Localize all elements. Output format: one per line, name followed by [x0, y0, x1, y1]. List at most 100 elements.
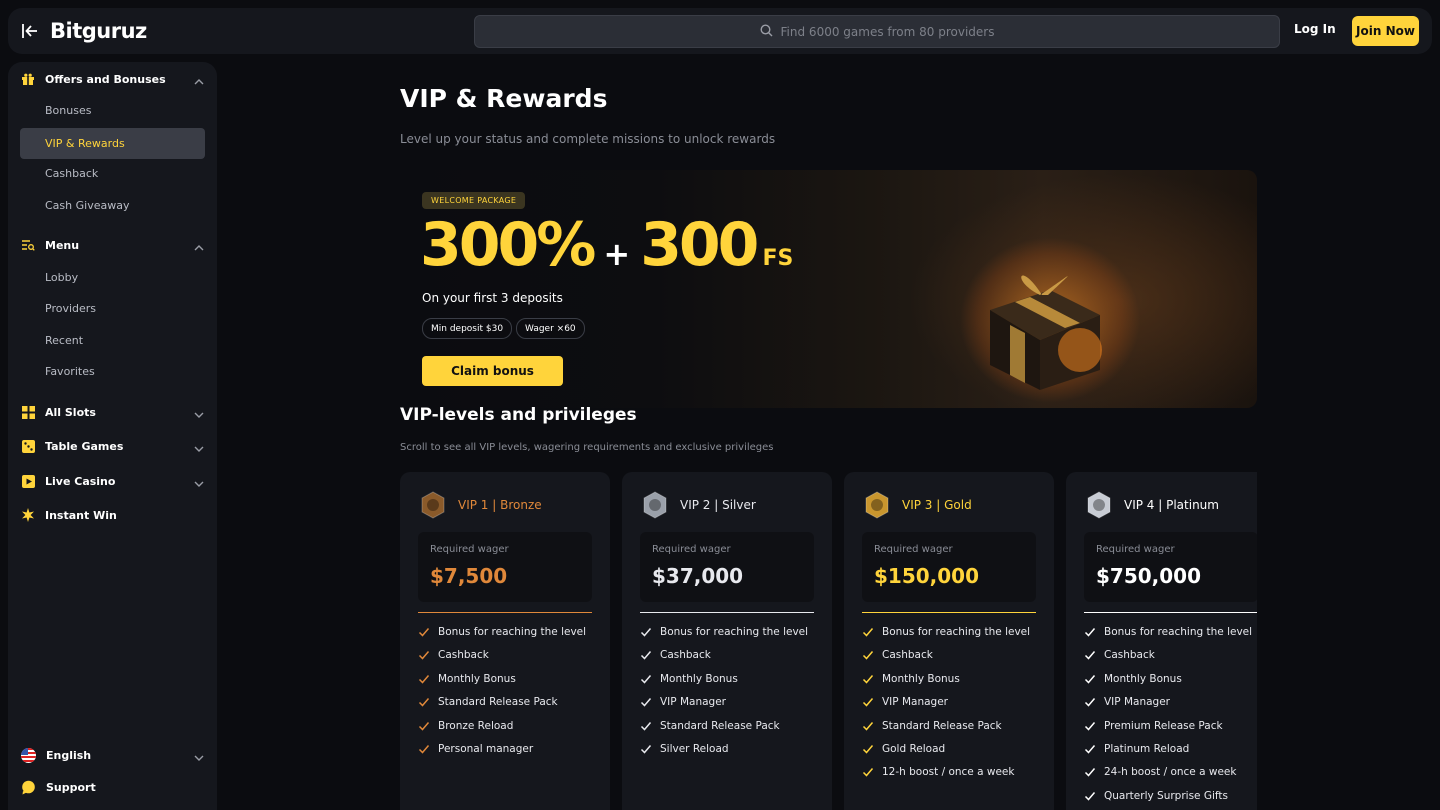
check-icon — [418, 743, 430, 755]
claim-bonus-button[interactable]: Claim bonus — [422, 356, 563, 386]
check-icon — [1084, 649, 1096, 661]
perk-item: Standard Release Pack — [640, 720, 780, 732]
offers-section-header[interactable]: Offers and Bonuses — [8, 64, 217, 94]
vip-level-header: VIP 4 | Platinum — [1084, 490, 1219, 520]
vip-level-name: VIP 2 | Silver — [680, 498, 756, 512]
check-icon — [640, 696, 652, 708]
vip-level-name: VIP 3 | Gold — [902, 498, 972, 512]
required-wager-box: Required wager $37,000 — [640, 532, 814, 602]
sidebar-item-providers[interactable]: Providers — [20, 293, 205, 324]
burst-icon — [21, 508, 35, 522]
check-icon — [418, 673, 430, 685]
vip-level-card: VIP 3 | Gold Required wager $150,000 Bonus … — [844, 472, 1054, 810]
check-icon — [418, 696, 430, 708]
sidebar-item-cashback[interactable]: Cashback — [20, 158, 205, 189]
menu-section-header[interactable]: Menu — [8, 230, 217, 260]
perk-item: Quarterly Surprise Gifts — [1084, 790, 1228, 802]
perk-label: 12-h boost / once a week — [882, 766, 1015, 779]
perk-item: Bonus for reaching the level — [862, 626, 1030, 638]
perk-label: VIP Manager — [882, 696, 948, 709]
sidebar-item-instant-win[interactable]: Instant Win — [8, 500, 217, 530]
top-bar: Bitguruz Find 6000 games from 80 provide… — [8, 8, 1432, 54]
card-divider — [418, 612, 592, 613]
vip-levels-carousel[interactable]: VIP 1 | Bronze Required wager $7,500 Bonus … — [400, 472, 1257, 810]
min-deposit-pill: Min deposit $30 — [422, 318, 513, 339]
sidebar-item-all-slots[interactable]: All Slots — [8, 397, 217, 427]
sidebar-item-lobby[interactable]: Lobby — [20, 262, 205, 293]
offer-plus: + — [603, 235, 631, 273]
perk-label: Gold Reload — [882, 743, 946, 755]
chevron-down-icon[interactable] — [193, 440, 205, 452]
chat-bubble-icon — [21, 780, 36, 795]
sidebar-item-cash-giveaway[interactable]: Cash Giveaway — [20, 190, 205, 221]
logo[interactable]: Bitguruz — [50, 14, 147, 48]
join-now-button[interactable]: Join Now — [1352, 16, 1419, 46]
perk-label: Bonus for reaching the level — [660, 626, 809, 638]
vip-level-header: VIP 2 | Silver — [640, 490, 756, 520]
perk-item: Bronze Reload — [418, 720, 513, 732]
vip-level-name: VIP 1 | Bronze — [458, 498, 542, 512]
perk-item: VIP Manager — [1084, 696, 1170, 708]
offer-headline: 300% + 300 FS — [420, 210, 793, 280]
perk-label: Cashback — [1104, 649, 1155, 662]
instant-win-label: Instant Win — [45, 508, 117, 522]
perk-label: Standard Release Pack — [438, 696, 558, 709]
check-icon — [862, 743, 874, 755]
chevron-down-icon[interactable] — [193, 749, 205, 761]
check-icon — [640, 743, 652, 755]
chevron-down-icon[interactable] — [193, 406, 205, 418]
us-flag-icon — [21, 747, 36, 763]
perk-label: Standard Release Pack — [660, 719, 780, 732]
vip-medal-icon — [1084, 490, 1114, 520]
offer-description: On your first 3 deposits — [422, 291, 563, 305]
chevron-up-icon[interactable] — [193, 73, 205, 85]
play-icon — [21, 474, 35, 488]
check-icon — [640, 626, 652, 638]
perk-item: Platinum Reload — [1084, 743, 1189, 755]
check-icon — [418, 626, 430, 638]
menu-label: Menu — [45, 238, 80, 252]
check-icon — [1084, 766, 1096, 778]
live-casino-label: Live Casino — [45, 474, 116, 488]
login-button[interactable]: Log In — [1294, 22, 1336, 36]
menu-search-icon — [21, 238, 35, 252]
perk-label: Bonus for reaching the level — [882, 626, 1031, 638]
perk-item: Bonus for reaching the level — [418, 626, 586, 638]
chevron-up-icon[interactable] — [193, 239, 205, 251]
perk-item: Personal manager — [418, 743, 533, 755]
required-wager-box: Required wager $150,000 — [862, 532, 1036, 602]
perk-label: Silver Reload — [660, 743, 729, 755]
perk-label: Monthly Bonus — [438, 672, 516, 685]
perk-label: Cashback — [882, 649, 933, 662]
search-input[interactable]: Find 6000 games from 80 providers — [474, 15, 1280, 48]
perk-label: Quarterly Surprise Gifts — [1104, 789, 1228, 802]
sidebar-item-vip-rewards[interactable]: VIP & Rewards — [20, 128, 205, 159]
perk-label: Bonus for reaching the level — [438, 626, 587, 638]
offer-percent: 300% — [420, 210, 596, 280]
search-placeholder: Find 6000 games from 80 providers — [780, 24, 995, 39]
collapse-sidebar-icon[interactable] — [20, 21, 40, 41]
check-icon — [1084, 626, 1096, 638]
support-button[interactable]: Support — [8, 772, 217, 802]
check-icon — [1084, 743, 1096, 755]
table-games-label: Table Games — [45, 439, 124, 453]
perk-item: Silver Reload — [640, 743, 729, 755]
sidebar-item-table-games[interactable]: Table Games — [8, 431, 217, 461]
check-icon — [862, 626, 874, 638]
check-icon — [418, 720, 430, 732]
sidebar-item-favorites[interactable]: Favorites — [20, 356, 205, 387]
language-selector[interactable]: English — [8, 740, 217, 770]
check-icon — [418, 649, 430, 661]
perk-item: Cashback — [862, 649, 933, 661]
check-icon — [862, 766, 874, 778]
sidebar-item-live-casino[interactable]: Live Casino — [8, 466, 217, 496]
perk-label: 24-h boost / once a week — [1104, 766, 1237, 779]
perk-label: Personal manager — [438, 743, 534, 755]
sidebar-item-bonuses[interactable]: Bonuses — [20, 95, 205, 126]
perk-label: Cashback — [438, 649, 489, 662]
check-icon — [862, 673, 874, 685]
card-divider — [640, 612, 814, 613]
chevron-down-icon[interactable] — [193, 475, 205, 487]
sidebar-item-recent[interactable]: Recent — [20, 325, 205, 356]
perk-item: Gold Reload — [862, 743, 945, 755]
